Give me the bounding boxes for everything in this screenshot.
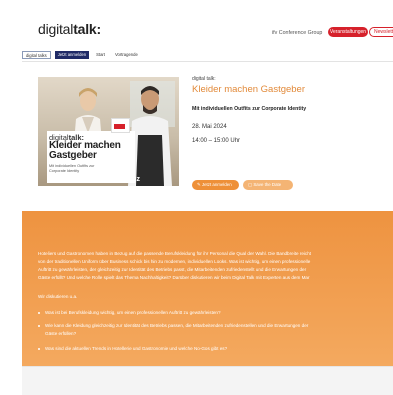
tab-speakers[interactable]: Vortragende: [112, 51, 141, 59]
description-line-1: Hoteliers und Gastronomen haben in Bezug…: [38, 251, 312, 256]
bullet-2-text: Wie kann die Kleidung gleichzeitig zur I…: [45, 323, 309, 328]
description-line-2: von der traditionellen Uniform über Busi…: [38, 259, 311, 264]
bullet-2-continuation: Gäste erfüllen?: [45, 331, 77, 336]
page-footer-area: [22, 366, 393, 395]
ahgz-logo: ahgz: [124, 176, 140, 183]
partner-badge-mark: [114, 124, 125, 129]
bullet-3: Was sind die aktuellen Trends in Hotelle…: [38, 345, 227, 352]
bullet-dot: [38, 347, 40, 350]
bullet-2: Wie kann die Kleidung gleichzeitig zur I…: [38, 322, 308, 329]
hero-card-title: Kleider machen Gastgeber: [49, 140, 121, 161]
tab-register[interactable]: Jetzt anmelden: [54, 51, 90, 59]
hero-card-subtitle: Mit individuellen Outfits zur Corporate …: [49, 164, 95, 173]
event-title: Kleider machen Gastgeber: [192, 84, 306, 95]
bullet-3-text: Was sind die aktuellen Trends in Hotelle…: [45, 346, 228, 351]
event-hero-image: digitaltalk: Kleider machen Gastgeber Mi…: [38, 77, 179, 186]
bullet-1: Was ist bei Berufskleidung wichtig, um e…: [38, 309, 221, 316]
logo-light-text: digital: [38, 21, 74, 37]
description-line-3: Auftritt zu gewährleisten, der gleichzei…: [38, 267, 307, 272]
description-section: [22, 211, 393, 366]
event-time: 14:00 – 15:00 Uhr: [192, 138, 241, 144]
logo-bold-text: talk:: [73, 21, 101, 37]
save-the-date-button[interactable]: ▢ Save the Date: [243, 180, 293, 190]
bullet-dot: [38, 311, 40, 314]
tab-digital-talks[interactable]: digital talks: [22, 51, 51, 59]
conference-group-link[interactable]: ifv Conference Group: [272, 30, 322, 36]
description-line-4: Gäste erfüllt? Und welche Rolle spielt d…: [38, 275, 310, 280]
newsletter-button[interactable]: Newsletter: [369, 27, 393, 37]
register-button-label: Jetzt anmelden: [201, 182, 232, 187]
events-button[interactable]: Veranstaltungen: [328, 27, 368, 37]
site-header: digitaltalk: ifv Conference Group Verans…: [0, 0, 393, 46]
tab-start[interactable]: Start: [93, 51, 108, 59]
discussion-intro: Wir diskutieren u.a.: [38, 294, 78, 299]
digitaltalk-logo[interactable]: digitaltalk:: [38, 21, 101, 37]
register-button[interactable]: ✎ Jetzt anmelden: [192, 180, 239, 190]
bullet-dot: [38, 324, 40, 327]
breadcrumb: digital talks Jetzt anmelden Start Vortr…: [22, 51, 141, 60]
save-date-label: Save the Date: [253, 182, 282, 187]
header-divider: [22, 61, 393, 62]
event-date: 28. Mai 2024: [192, 124, 227, 130]
event-subtitle: Mit individuellen Outfits zur Corporate …: [192, 106, 307, 112]
event-eyebrow: digital talk:: [192, 76, 216, 82]
bullet-1-text: Was ist bei Berufskleidung wichtig, um e…: [45, 310, 221, 315]
